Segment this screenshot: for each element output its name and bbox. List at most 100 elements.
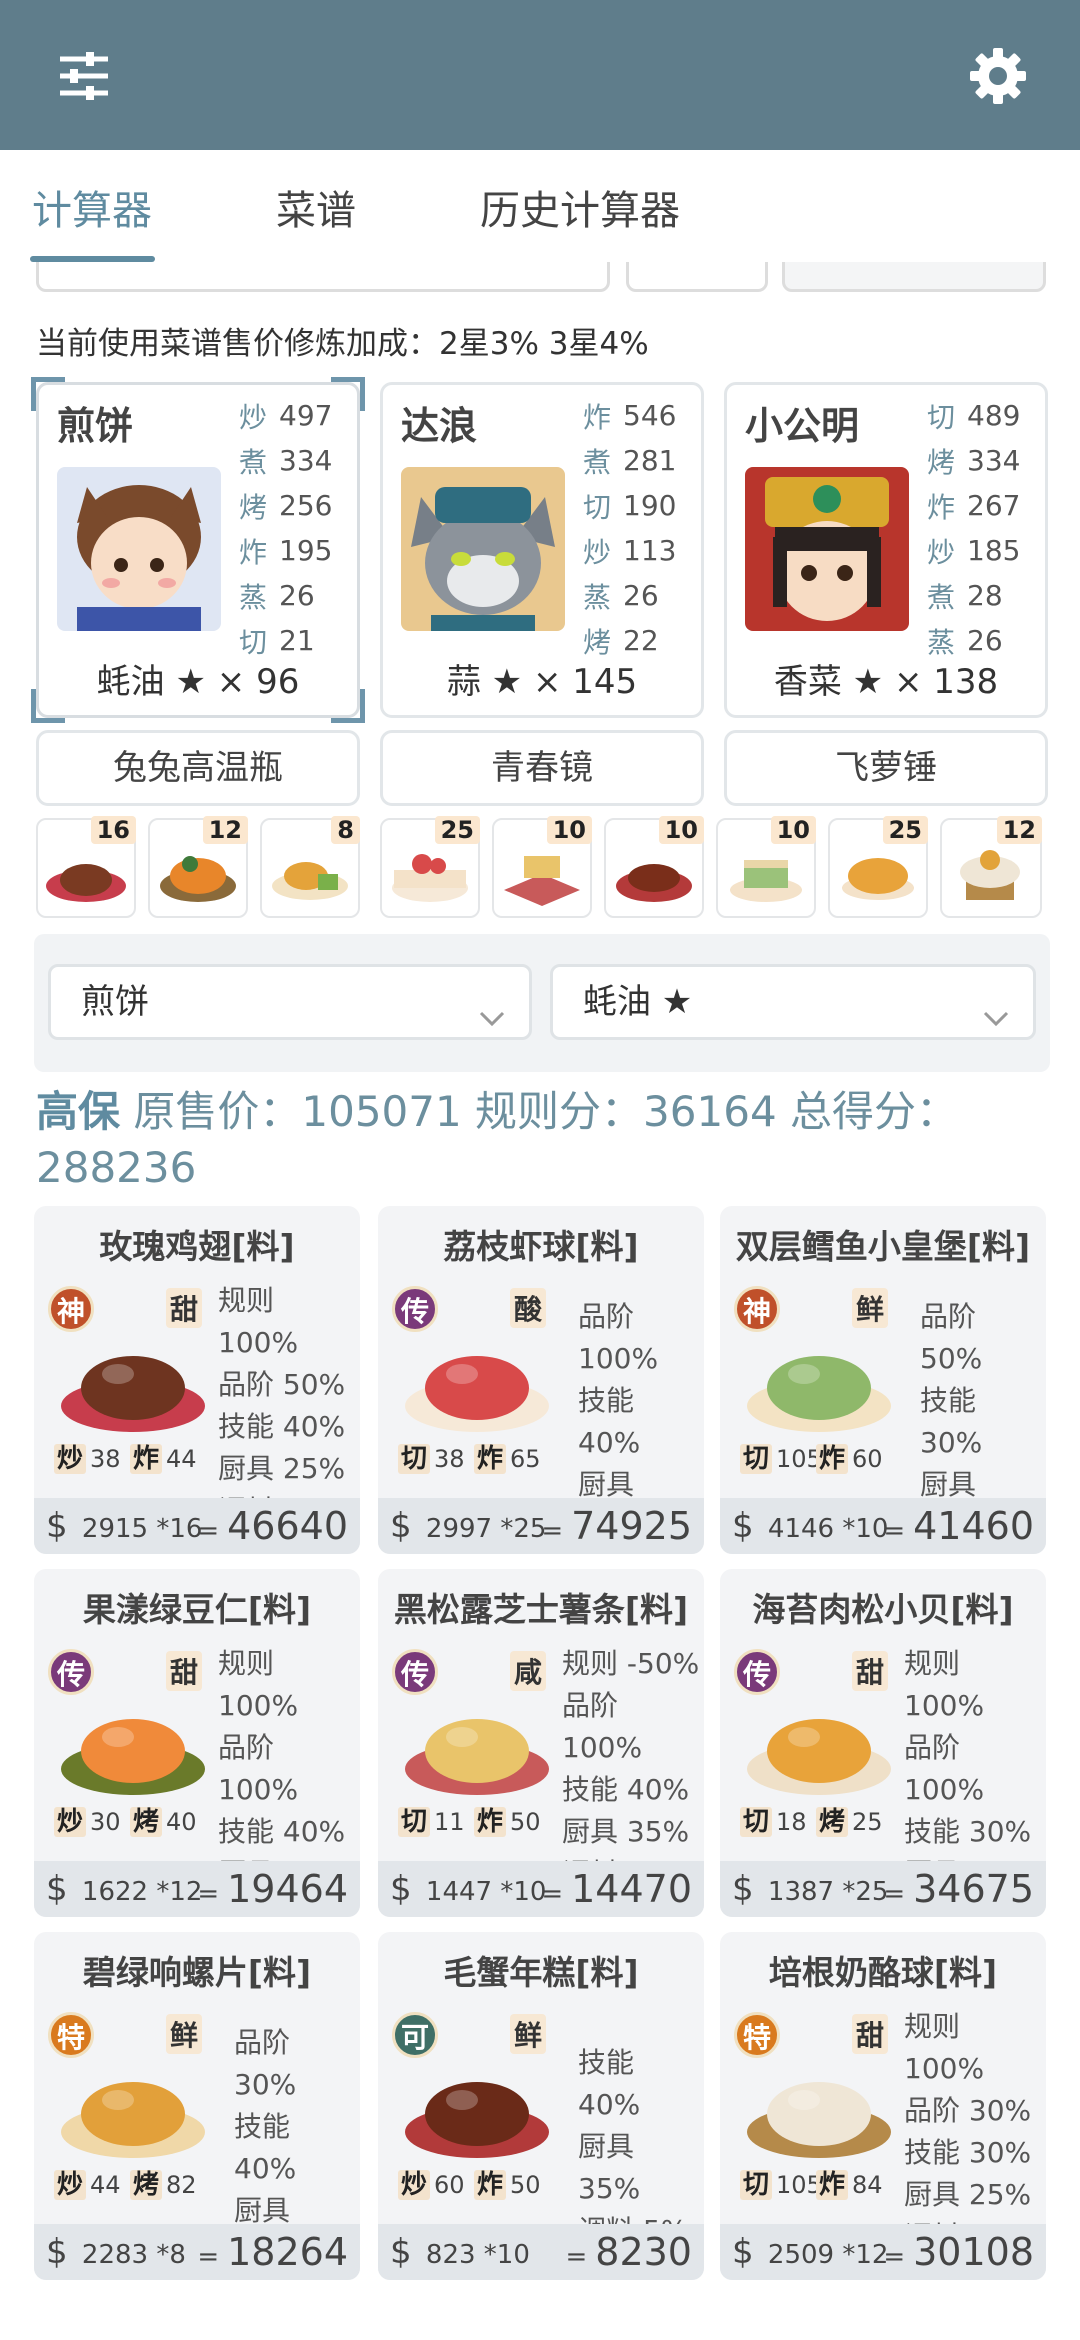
price-bar: $ 1447 *10 = 14470: [378, 1861, 704, 1917]
recipe-card[interactable]: 培根奶酪球[料] 特 甜 切 105 炸 84 规则 100% 品阶 30% 技能 30…: [720, 1932, 1046, 2280]
equipment-button-3[interactable]: 飞萝锤: [724, 730, 1048, 806]
recipe-title: 果漾绿豆仁[料]: [82, 1590, 312, 1629]
chef-portrait: [401, 467, 565, 631]
recipe-card[interactable]: 玫瑰鸡翅[料] 神 甜 炒 38 炸 44 规则 100% 品阶 50% 技能 40% 厨…: [34, 1206, 360, 1554]
chef-card-2[interactable]: 达浪 炸 546 煮 281 切 190 炒 113 蒸 26 烤 22 蒜 ★ × 145: [380, 382, 704, 718]
bonus-item: 厨具 25%: [904, 2178, 1032, 2211]
flavor-tag: 甜: [852, 2014, 889, 2054]
chef-skills: 炒 497 煮 334 烤 256 炸 195 蒸 26 切 21: [239, 399, 333, 659]
gear-icon[interactable]: [958, 36, 1038, 116]
dollar-icon: $: [732, 2232, 754, 2272]
recipe-card[interactable]: 海苔肉松小贝[料] 传 甜 切 18 烤 25 规则 100% 品阶 100% 技能 3…: [720, 1569, 1046, 1917]
flavor-tag: 鲜: [510, 2014, 547, 2054]
unit-price: 4146 *10: [767, 1514, 889, 1544]
chef-skills: 炸 546 煮 281 切 190 炒 113 蒸 26 烤 22: [583, 399, 677, 659]
chef-card-1[interactable]: 煎饼 炒 497 煮 334 烤 256 炸 195 蒸 26 切 21 蚝油 ★ × 96: [31, 377, 365, 723]
recipe-total: 34675: [913, 1867, 1034, 1911]
count-badge: 8: [331, 816, 360, 844]
price-bar: $ 4146 *10 = 41460: [720, 1498, 1046, 1554]
recipe-card[interactable]: 荔枝虾球[料] 传 酸 切38 炸65 品阶 100%技能 40%厨具 35%调…: [378, 1206, 704, 1554]
recipe-thumb[interactable]: 10: [492, 816, 592, 918]
recipe-thumb[interactable]: 16: [36, 816, 136, 918]
recipe-thumb[interactable]: 12: [148, 816, 248, 918]
equals-sign: =: [197, 1516, 220, 1546]
chef-condiment: 蚝油 ★ × 96: [96, 662, 300, 702]
score-summary: 高保 原售价：105071 规则分：36164 总得分： 288236: [36, 1084, 1036, 1196]
flavor-tag: 甜: [852, 1651, 889, 1691]
scrolled-input[interactable]: [36, 262, 610, 292]
tab-recipes[interactable]: 菜谱: [276, 178, 356, 238]
condiment-select[interactable]: 蚝油 ★: [550, 964, 1036, 1040]
dollar-icon: $: [46, 2232, 68, 2272]
skill-req-2: 炸 65: [474, 1438, 541, 1475]
scrolled-select[interactable]: [626, 262, 768, 292]
recipe-total: 30108: [913, 2230, 1034, 2274]
rarity-badge: 特: [734, 2012, 780, 2058]
tab-calculator[interactable]: 计算器: [32, 178, 152, 238]
equipment-button-1[interactable]: 兔兔高温瓶: [36, 730, 360, 806]
dollar-icon: $: [46, 1869, 68, 1909]
price-bar: $ 2509 *12 = 30108: [720, 2224, 1046, 2280]
price-bar: $ 823 *10 = 8230: [378, 2224, 704, 2280]
recipe-card[interactable]: 毛蟹年糕[料] 可 鲜 炒60 炸50 技能 40%厨具 35%调料 5% $ …: [378, 1932, 704, 2280]
bonus-item: 品阶 30%: [234, 2026, 297, 2101]
recipe-card[interactable]: 果漾绿豆仁[料] 传 甜 炒 30 烤 40 规则 100% 品阶 100% 技能 40…: [34, 1569, 360, 1917]
skill-req-2: 炸 50: [474, 1801, 541, 1838]
recipe-card[interactable]: 双层鳕鱼小皇堡[料] 神 鲜 切105 炸60 品阶 50%技能 30%厨具 2…: [720, 1206, 1046, 1554]
bonus-item: 品阶 50%: [218, 1368, 346, 1401]
equals-sign: =: [541, 1879, 564, 1909]
recipe-card[interactable]: 碧绿响螺片[料] 特 鲜 炒44 烤82 品阶 30%技能 40%厨具 25%调…: [34, 1932, 360, 2280]
chef-card-3[interactable]: 小公明 切 489 烤 334 炸 267 炒 185 煮 28 蒸 26 香菜 ★ × 1…: [724, 382, 1048, 718]
chef-portrait: [57, 467, 221, 631]
rarity-badge: 传: [392, 1649, 438, 1695]
chef-condiment: 蒜 ★ × 145: [446, 662, 638, 702]
equals-sign: =: [197, 2242, 220, 2272]
count-badge: 10: [770, 816, 816, 844]
skill-req-2: 炸 60: [816, 1438, 883, 1475]
equals-sign: =: [883, 1879, 906, 1909]
tab-history[interactable]: 历史计算器: [480, 178, 680, 238]
recipe-thumb[interactable]: 10: [604, 816, 704, 918]
chef-condiment: 香菜 ★ × 138: [773, 662, 999, 702]
equipment-button-2[interactable]: 青春镜: [380, 730, 704, 806]
recipe-thumb[interactable]: 12: [940, 816, 1042, 918]
price-bar: $ 2997 *25 = 74925: [378, 1498, 704, 1554]
chef-select[interactable]: 煎饼: [48, 964, 532, 1040]
price-bar: $ 1622 *12 = 19464: [34, 1861, 360, 1917]
skill-req-2: 炸 50: [474, 2164, 541, 2201]
recipe-thumb[interactable]: 25: [828, 816, 928, 918]
count-badge: 10: [546, 816, 592, 844]
bonus-item: 技能 40%: [562, 1773, 690, 1806]
dollar-icon: $: [732, 1506, 754, 1546]
recipe-card[interactable]: 黑松露芝士薯条[料] 传 咸 切 11 炸 50 规则 -50% 品阶 100% 技能 …: [378, 1569, 704, 1917]
chef-name: 小公明: [745, 404, 860, 448]
summary-text: 原售价：105071 规则分：36164 总得分：: [133, 1087, 959, 1136]
rarity-badge: 特: [48, 2012, 94, 2058]
recipe-thumb[interactable]: 25: [380, 816, 480, 918]
app-header: [0, 0, 1080, 150]
recipe-title: 黑松露芝士薯条[料]: [393, 1590, 689, 1629]
recipe-title: 海苔肉松小贝[料]: [752, 1590, 1014, 1629]
bonus-list: 规则 -50%品阶 100%技能 40%厨具 35%调料 5%: [562, 1643, 704, 1895]
filter-sliders-icon[interactable]: [44, 36, 124, 116]
recipe-title: 毛蟹年糕[料]: [443, 1953, 639, 1992]
price-bar: $ 1387 *25 = 34675: [720, 1861, 1046, 1917]
chef-select-value: 煎饼: [81, 982, 149, 1022]
recipe-thumb[interactable]: 10: [716, 816, 816, 918]
equals-sign: =: [565, 2242, 588, 2272]
rarity-badge: 传: [48, 1649, 94, 1695]
flavor-tag: 甜: [166, 1651, 203, 1691]
skill-req-1: 炒 44: [54, 2164, 121, 2201]
recipe-thumb[interactable]: 8: [260, 816, 360, 918]
dollar-icon: $: [390, 2232, 412, 2272]
scrolled-field[interactable]: [782, 262, 1046, 292]
bonus-list: 规则 100%品阶 50%技能 40%厨具 25%调料 10%: [218, 1280, 360, 1532]
count-badge: 16: [90, 816, 136, 844]
chevron-down-icon: [981, 987, 1011, 1057]
rarity-badge: 神: [48, 1286, 94, 1332]
bonus-item: 技能 30%: [904, 2136, 1032, 2169]
bonus-item: 规则 100%: [218, 1284, 299, 1359]
unit-price: 1622 *12: [81, 1877, 203, 1907]
bonus-list: 规则 100%品阶 30%技能 30%厨具 25%调料 5%: [904, 2006, 1046, 2258]
rarity-badge: 传: [734, 1649, 780, 1695]
